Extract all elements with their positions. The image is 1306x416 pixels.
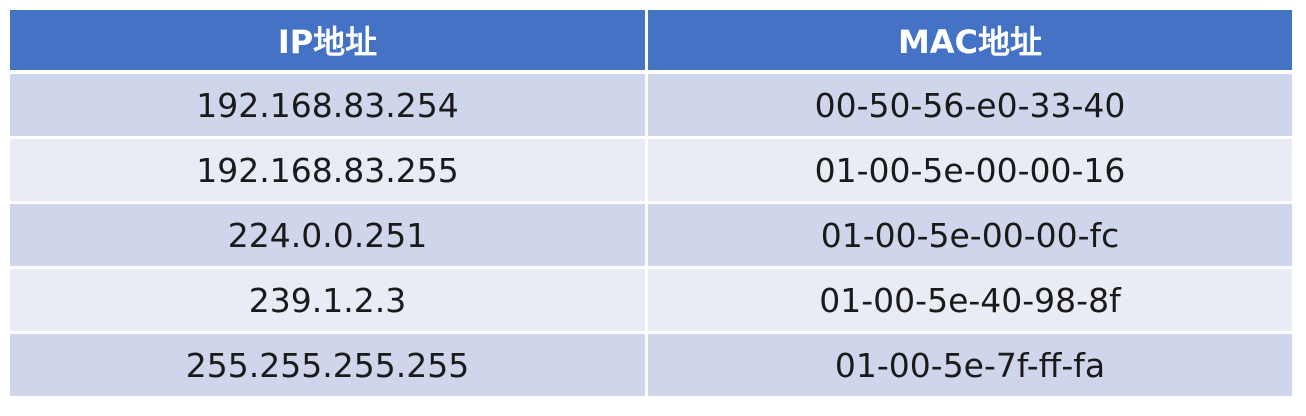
cell-ip: 192.168.83.254 xyxy=(10,74,648,139)
cell-ip: 192.168.83.255 xyxy=(10,139,648,204)
cell-mac: 01-00-5e-00-00-16 xyxy=(648,139,1292,204)
header-ip-address: IP地址 xyxy=(10,10,648,74)
table-header: IP地址 MAC地址 xyxy=(10,10,1292,74)
table-body: 192.168.83.254 00-50-56-e0-33-40 192.168… xyxy=(10,74,1292,396)
ip-mac-table-container: IP地址 MAC地址 192.168.83.254 00-50-56-e0-33… xyxy=(10,10,1292,396)
cell-ip: 224.0.0.251 xyxy=(10,204,648,269)
ip-mac-table: IP地址 MAC地址 192.168.83.254 00-50-56-e0-33… xyxy=(10,10,1292,396)
cell-mac: 01-00-5e-40-98-8f xyxy=(648,269,1292,334)
cell-ip: 239.1.2.3 xyxy=(10,269,648,334)
header-row: IP地址 MAC地址 xyxy=(10,10,1292,74)
table-row: 255.255.255.255 01-00-5e-7f-ff-fa xyxy=(10,334,1292,396)
table-row: 224.0.0.251 01-00-5e-00-00-fc xyxy=(10,204,1292,269)
header-mac-address: MAC地址 xyxy=(648,10,1292,74)
table-row: 239.1.2.3 01-00-5e-40-98-8f xyxy=(10,269,1292,334)
cell-ip: 255.255.255.255 xyxy=(10,334,648,396)
cell-mac: 01-00-5e-7f-ff-fa xyxy=(648,334,1292,396)
cell-mac: 00-50-56-e0-33-40 xyxy=(648,74,1292,139)
cell-mac: 01-00-5e-00-00-fc xyxy=(648,204,1292,269)
table-row: 192.168.83.255 01-00-5e-00-00-16 xyxy=(10,139,1292,204)
table-row: 192.168.83.254 00-50-56-e0-33-40 xyxy=(10,74,1292,139)
